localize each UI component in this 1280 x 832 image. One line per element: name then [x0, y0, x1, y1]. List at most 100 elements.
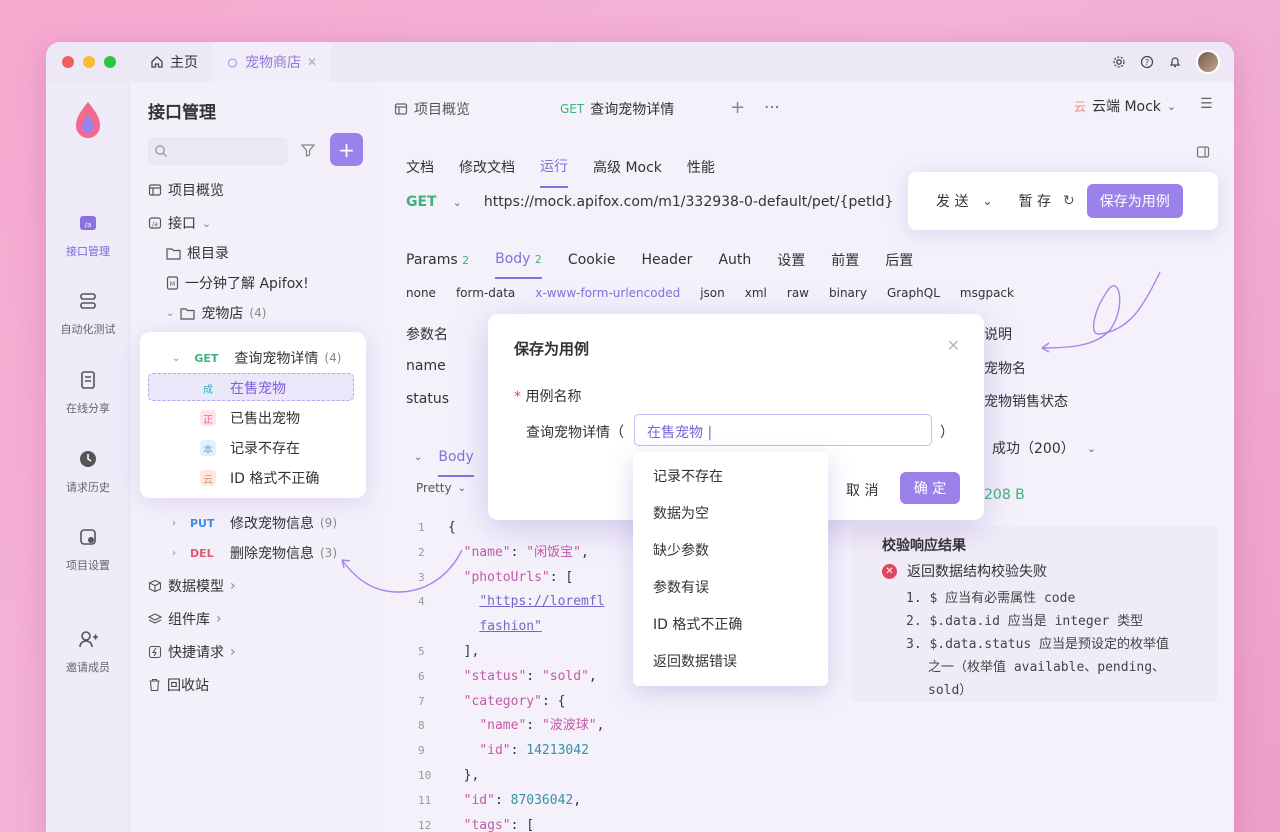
- url-input[interactable]: https://mock.apifox.com/m1/332938-0-defa…: [484, 194, 894, 210]
- more-tabs-icon[interactable]: ⋯: [764, 97, 780, 116]
- maximize-window-button[interactable]: [104, 56, 116, 68]
- tree-item-put-pet[interactable]: › PUT 修改宠物信息 (9): [172, 513, 337, 533]
- body-type-none[interactable]: none: [406, 286, 436, 300]
- subtab-advanced-mock[interactable]: 高级 Mock: [593, 157, 662, 177]
- validation-error-list: 1. $ 应当有必需属性 code 2. $.data.id 应当是 integ…: [906, 587, 1169, 702]
- automation-icon: [80, 293, 96, 309]
- tree-item-quick[interactable]: 快捷请求 ›: [148, 642, 236, 662]
- tree-item-del-pet[interactable]: › DEL 删除宠物信息 (3): [172, 543, 337, 563]
- body-type-urlencoded[interactable]: x-www-form-urlencoded: [535, 286, 680, 300]
- param-name-header: 参数名: [406, 327, 448, 343]
- tree-item-root[interactable]: 根目录: [166, 243, 229, 263]
- tree-item-api[interactable]: /a 接口 ⌄: [148, 213, 211, 233]
- case-name-input[interactable]: 在售宠物 |: [634, 414, 932, 446]
- markdown-icon: M: [166, 276, 179, 290]
- gear-icon[interactable]: [1112, 55, 1126, 69]
- url-bar: GET ⌄ https://mock.apifox.com/m1/332938-…: [406, 194, 893, 210]
- param-row-name[interactable]: name: [406, 358, 446, 374]
- subtab-edit-docs[interactable]: 修改文档: [459, 157, 515, 177]
- body-type-raw[interactable]: raw: [787, 286, 809, 300]
- dropdown-option[interactable]: 返回数据错误: [653, 651, 737, 671]
- tree-item-petstore[interactable]: ⌄ 宠物店 (4): [166, 303, 266, 323]
- case-name-dropdown: 记录不存在 数据为空 缺少参数 参数有误 ID 格式不正确 返回数据错误: [633, 452, 828, 686]
- tree-item-case-notfound[interactable]: 本记录不存在: [200, 438, 300, 458]
- filter-icon[interactable]: [300, 142, 316, 158]
- tree-item-models[interactable]: 数据模型 ›: [148, 576, 236, 596]
- close-tab-icon[interactable]: ✕: [307, 55, 317, 69]
- req-tab-auth[interactable]: Auth: [718, 252, 751, 268]
- rail-item-settings[interactable]: 项目设置: [46, 526, 130, 573]
- body-type-binary[interactable]: binary: [829, 286, 867, 300]
- rail-item-automation[interactable]: 自动化测试: [46, 290, 130, 337]
- tree-item-label: 组件库: [168, 612, 210, 628]
- dropdown-option[interactable]: 缺少参数: [653, 540, 709, 560]
- req-tab-body[interactable]: Body 2: [495, 251, 542, 279]
- tree-search-input[interactable]: [148, 137, 288, 165]
- apifox-logo-icon: [76, 102, 100, 138]
- cancel-button[interactable]: 取 消: [846, 480, 878, 500]
- menu-icon[interactable]: ☰: [1200, 96, 1213, 112]
- bell-icon[interactable]: [1168, 55, 1182, 69]
- chevron-down-icon: ⌄: [202, 216, 212, 230]
- req-tab-pre[interactable]: 前置: [831, 250, 859, 270]
- req-tab-post[interactable]: 后置: [885, 250, 913, 270]
- refresh-icon[interactable]: ↻: [1063, 193, 1075, 209]
- add-api-button[interactable]: +: [330, 133, 363, 166]
- req-tab-header[interactable]: Header: [641, 252, 692, 268]
- close-window-button[interactable]: [62, 56, 74, 68]
- subtab-run[interactable]: 运行: [540, 156, 568, 188]
- dropdown-option[interactable]: 数据为空: [653, 503, 709, 523]
- rail-label: 自动化测试: [60, 323, 116, 336]
- tab-project-overview[interactable]: 项目概览: [394, 99, 470, 119]
- param-row-status[interactable]: status: [406, 391, 449, 407]
- chevron-down-icon[interactable]: ⌄: [982, 194, 992, 208]
- rail-item-api[interactable]: /a 接口管理: [46, 212, 130, 259]
- body-type-xml[interactable]: xml: [745, 286, 767, 300]
- rail-item-share[interactable]: 在线分享: [46, 369, 130, 416]
- send-button[interactable]: 发 送: [936, 191, 968, 211]
- env-selector[interactable]: 云云端 Mock ⌄: [1074, 96, 1176, 116]
- help-icon[interactable]: ?: [1140, 55, 1154, 69]
- tab-petstore[interactable]: 宠物商店 ✕: [212, 42, 332, 82]
- dropdown-option[interactable]: 记录不存在: [653, 466, 723, 486]
- avatar[interactable]: [1196, 50, 1220, 74]
- body-type-msgpack[interactable]: msgpack: [960, 286, 1014, 300]
- tab-get-pet-detail[interactable]: GET 查询宠物详情: [560, 99, 674, 119]
- req-tab-settings[interactable]: 设置: [777, 250, 805, 270]
- method-select[interactable]: GET: [406, 194, 437, 210]
- tree-item-case-badid[interactable]: 云 ID 格式不正确: [200, 468, 319, 488]
- split-view-icon[interactable]: [1196, 145, 1210, 159]
- field-label-text: 用例名称: [525, 389, 582, 405]
- tree-item-label: 查询宠物详情: [234, 351, 319, 367]
- rail-item-history[interactable]: 请求历史: [46, 448, 130, 495]
- tree-item-components[interactable]: 组件库 ›: [148, 609, 222, 629]
- dropdown-option[interactable]: ID 格式不正确: [653, 614, 742, 634]
- body-type-form-data[interactable]: form-data: [456, 286, 515, 300]
- save-as-case-button[interactable]: 保存为用例: [1086, 184, 1183, 218]
- dropdown-option[interactable]: 参数有误: [653, 577, 709, 597]
- case-badge: 云: [200, 470, 216, 486]
- response-status[interactable]: 成功（200） ⌄: [992, 438, 1096, 458]
- subtab-docs[interactable]: 文档: [406, 157, 434, 177]
- chevron-right-icon: ›: [216, 611, 222, 627]
- body-type-json[interactable]: json: [700, 286, 725, 300]
- minimize-window-button[interactable]: [83, 56, 95, 68]
- req-tab-cookie[interactable]: Cookie: [568, 252, 616, 268]
- response-body-tab[interactable]: ⌄ Body: [414, 438, 474, 477]
- req-tab-params[interactable]: Params 2: [406, 252, 469, 268]
- tree-item-intro[interactable]: M 一分钟了解 Apifox!: [166, 273, 309, 293]
- pretty-select[interactable]: Pretty ⌄: [416, 481, 466, 495]
- confirm-button[interactable]: 确 定: [900, 472, 960, 504]
- tree-item-trash[interactable]: 回收站: [148, 675, 209, 695]
- body-type-graphql[interactable]: GraphQL: [887, 286, 940, 300]
- tree-item-case-sold[interactable]: 正已售出宠物: [200, 408, 300, 428]
- tree-item-case-onsale[interactable]: 成在售宠物: [200, 378, 286, 398]
- save-draft-button[interactable]: 暂 存: [1019, 191, 1051, 211]
- new-tab-button[interactable]: +: [730, 97, 745, 118]
- tree-item-overview[interactable]: 项目概览: [148, 180, 224, 200]
- tab-home[interactable]: 主页: [136, 42, 212, 82]
- tree-item-get-pet[interactable]: ⌄ GET 查询宠物详情 (4): [172, 348, 341, 368]
- rail-item-invite[interactable]: 邀请成员: [46, 628, 130, 675]
- subtab-performance[interactable]: 性能: [687, 157, 715, 177]
- close-icon[interactable]: ✕: [947, 336, 960, 355]
